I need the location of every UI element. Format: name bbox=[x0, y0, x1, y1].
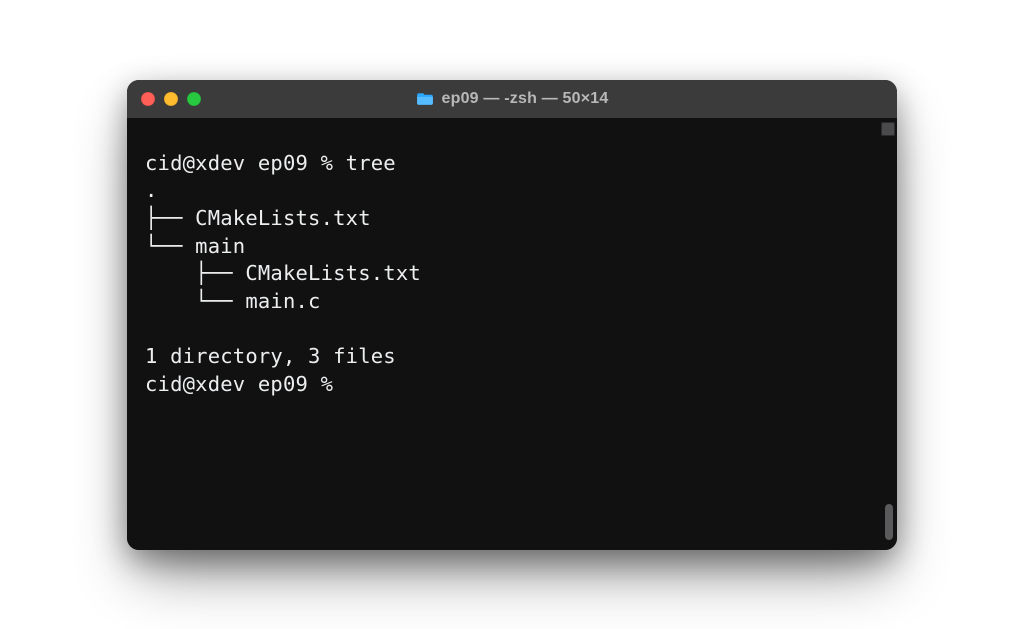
terminal-output[interactable]: cid@xdev ep09 % tree . ├── CMakeLists.tx… bbox=[127, 118, 897, 399]
scrollbar-thumb[interactable] bbox=[885, 504, 893, 540]
titlebar[interactable]: ep09 — -zsh — 50×14 bbox=[127, 80, 897, 118]
output-line: ├── CMakeLists.txt bbox=[145, 261, 421, 285]
traffic-lights bbox=[141, 92, 201, 106]
window-title-text: ep09 — -zsh — 50×14 bbox=[442, 90, 609, 108]
terminal-body[interactable]: cid@xdev ep09 % tree . ├── CMakeLists.tx… bbox=[127, 118, 897, 550]
close-icon[interactable] bbox=[141, 92, 155, 106]
minimize-icon[interactable] bbox=[164, 92, 178, 106]
output-line: 1 directory, 3 files bbox=[145, 344, 396, 368]
terminal-window: ep09 — -zsh — 50×14 cid@xdev ep09 % tree… bbox=[127, 80, 897, 550]
output-line: ├── CMakeLists.txt bbox=[145, 206, 371, 230]
output-line: cid@xdev ep09 % tree bbox=[145, 151, 396, 175]
scroll-indicator-icon bbox=[881, 122, 895, 136]
output-line: └── main.c bbox=[145, 289, 321, 313]
output-line: . bbox=[145, 178, 158, 202]
prompt-line: cid@xdev ep09 % bbox=[145, 372, 346, 396]
window-title: ep09 — -zsh — 50×14 bbox=[127, 90, 897, 108]
folder-icon bbox=[416, 92, 434, 106]
scrollbar[interactable] bbox=[883, 122, 895, 546]
zoom-icon[interactable] bbox=[187, 92, 201, 106]
output-line: └── main bbox=[145, 234, 245, 258]
